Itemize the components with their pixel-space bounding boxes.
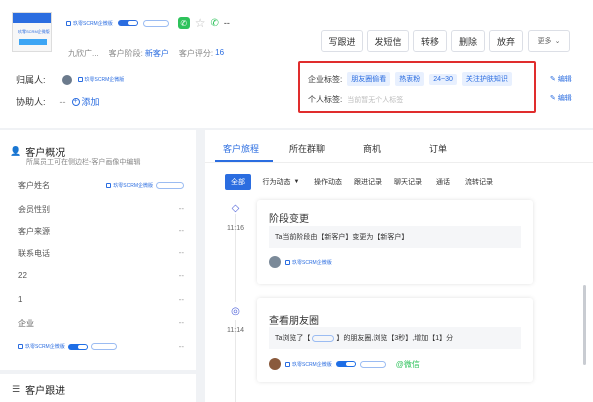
- owner-label: 归属人:: [16, 75, 46, 85]
- avatar-label: 玖零SCRM企微版: [18, 29, 50, 34]
- edit-personal-tags-link[interactable]: ✎ 编辑: [550, 93, 572, 103]
- followup-title: 客户跟进: [25, 386, 66, 397]
- overview-row: 会员性别 --: [18, 204, 184, 214]
- add-assist-link[interactable]: + 添加: [71, 95, 100, 108]
- wecom-pill: [117, 20, 138, 26]
- filter-calls[interactable]: 通话: [431, 174, 455, 190]
- filter-behavior[interactable]: 行为动态 ▼: [259, 174, 303, 190]
- edit-company-tags-link[interactable]: ✎ 编辑: [550, 74, 572, 84]
- filter-transfers[interactable]: 流转记录: [461, 174, 497, 190]
- customer-avatar: 玖零SCRM企微版: [12, 12, 52, 52]
- company-tag: 24~30: [429, 73, 457, 85]
- stage-label: 客户阶段:: [108, 49, 143, 58]
- user-sticker: [359, 360, 386, 368]
- person-icon: 👤: [10, 146, 22, 156]
- wechat-source: @微信: [395, 359, 420, 369]
- tab-group-chats[interactable]: 所在群聊: [289, 142, 325, 155]
- overview-subtitle: 所属员工可在侧边栏-客户画像中编辑: [26, 159, 141, 166]
- write-followup-button[interactable]: 写跟进: [321, 30, 363, 52]
- overview-row: 企业 --: [18, 318, 184, 328]
- company-tag: 朋友圈偷看: [347, 72, 391, 86]
- wechat-icon[interactable]: ✆: [177, 17, 190, 29]
- moments-icon: ◎: [231, 306, 240, 317]
- event-card: 查看朋友圈 Ta浏览了【 】的朋友圈,浏览【3秒】,增加【1】分 玖零SCRM企…: [257, 298, 533, 382]
- customer-header: 玖零SCRM企微版 玖零SCRM企微版 ✆ ☆ ✆ -- 九欣广... 客户阶段…: [0, 0, 593, 128]
- name-value: 玖零SCRM企微版: [106, 180, 184, 191]
- star-icon[interactable]: ☆: [195, 16, 206, 30]
- overview-row: 客户来源 --: [18, 226, 184, 236]
- stage-change-icon: ◇: [231, 203, 240, 214]
- overview-row: 22 --: [18, 271, 184, 280]
- caret-down-icon: ▼: [293, 179, 300, 185]
- rating-value: 16: [215, 48, 225, 57]
- journey-panel: 客户旅程 所在群聊 商机 订单 全部 行为动态 ▼ 操作动态 跟进记录 聊天记录 …: [205, 130, 593, 402]
- delete-button[interactable]: 删除: [451, 30, 485, 52]
- tab-orders[interactable]: 订单: [429, 142, 447, 155]
- edit-icon: ✎: [550, 95, 558, 102]
- owner-wecom-tag: 玖零SCRM企微版: [77, 76, 124, 83]
- event-desc: Ta当前阶段由【新客户】变更为【新客户】: [269, 226, 521, 248]
- customer-overview-panel: 👤 客户概况 所属员工可在侧边栏-客户画像中编辑 客户姓名 玖零SCRM企微版 …: [0, 130, 196, 370]
- phone-icon[interactable]: ✆: [211, 18, 219, 29]
- transfer-button[interactable]: 转移: [413, 30, 447, 52]
- assist-value: --: [59, 96, 66, 107]
- tab-opportunities[interactable]: 商机: [363, 142, 381, 155]
- overview-row: 客户姓名 玖零SCRM企微版: [18, 180, 184, 191]
- chevron-down-icon: ⌄: [554, 38, 561, 45]
- filter-all[interactable]: 全部: [225, 174, 251, 190]
- event-time: 11:16: [227, 225, 244, 232]
- header-dash: --: [223, 18, 230, 28]
- user-wecom-tag: 玖零SCRM企微版: [285, 259, 332, 266]
- overview-row: 联系电话 --: [18, 248, 184, 258]
- event-title: 阶段变更: [269, 214, 309, 225]
- company-tag: 关注护肤知识: [461, 72, 512, 86]
- plus-circle-icon: +: [71, 97, 80, 106]
- user-avatar: [269, 358, 281, 370]
- rating-label: 客户评分:: [178, 49, 214, 58]
- tab-customer-journey[interactable]: 客户旅程: [223, 142, 259, 155]
- tags-panel: 企业标签: 朋友圈偷看 热衷粉 24~30 关注护肤知识 个人标签: 当前暂无个…: [298, 61, 536, 113]
- owner-avatar: [61, 74, 72, 85]
- filter-chats[interactable]: 聊天记录: [391, 174, 425, 190]
- send-sms-button[interactable]: 发短信: [367, 30, 409, 52]
- user-wecom-tag: 玖零SCRM企微版: [285, 361, 332, 368]
- tabs-divider: [205, 162, 593, 163]
- user-pill: [335, 361, 356, 367]
- event-card: 阶段变更 Ta当前阶段由【新客户】变更为【新客户】 玖零SCRM企微版: [257, 200, 533, 284]
- event-desc: Ta浏览了【 】的朋友圈,浏览【3秒】,增加【1】分: [269, 327, 521, 349]
- filter-followups[interactable]: 跟进记录: [351, 174, 385, 190]
- scrollbar[interactable]: [583, 285, 586, 365]
- badge-sticker: [142, 19, 169, 27]
- overview-row: 玖零SCRM企微版 --: [18, 342, 184, 351]
- event-title: 查看朋友圈: [269, 316, 319, 327]
- overview-row: 1 --: [18, 295, 184, 304]
- company-tag: 热衷粉: [395, 72, 425, 86]
- customer-short-name: 九欣广...: [68, 49, 99, 58]
- personal-tags-label: 个人标签:: [308, 95, 343, 104]
- assist-label: 协助人:: [16, 97, 46, 107]
- user-avatar: [269, 256, 281, 268]
- edit-icon: ✎: [550, 76, 558, 83]
- moment-owner-sticker: [312, 334, 335, 342]
- more-dropdown[interactable]: 更多 ⌄: [528, 30, 570, 52]
- followup-panel: ☰ 客户跟进: [0, 374, 196, 402]
- company-tags-label: 企业标签:: [308, 74, 343, 84]
- personal-tags-empty: 当前暂无个人标签: [347, 96, 404, 104]
- event-time: 11:14: [227, 327, 244, 334]
- filter-operations[interactable]: 操作动态: [311, 174, 345, 190]
- document-icon: ☰: [12, 384, 21, 394]
- abandon-button[interactable]: 放弃: [489, 30, 523, 52]
- wecom-badge: 玖零SCRM企微版: [66, 20, 113, 27]
- stage-value: 新客户: [144, 49, 169, 58]
